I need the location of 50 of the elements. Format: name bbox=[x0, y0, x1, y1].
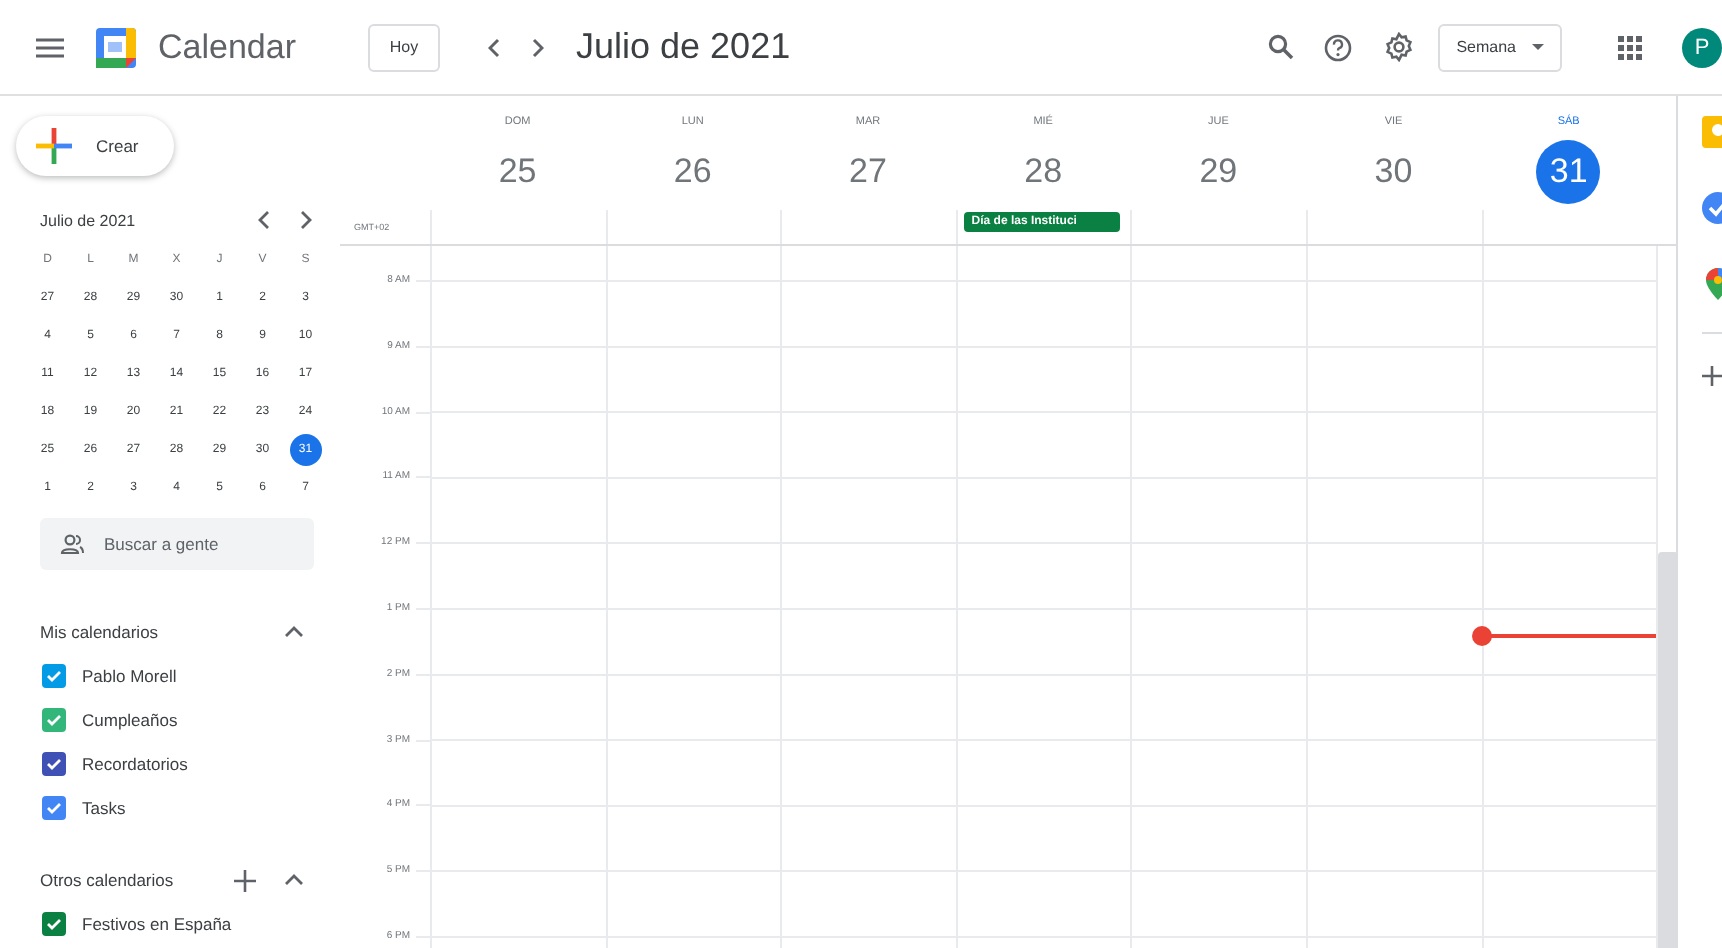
collapse-chevron-icon[interactable] bbox=[284, 874, 304, 886]
next-month-icon[interactable] bbox=[300, 210, 312, 230]
calendar-checkbox[interactable] bbox=[42, 752, 66, 776]
calendar-name: Festivos en España bbox=[82, 914, 232, 934]
create-button[interactable]: Crear bbox=[16, 116, 174, 176]
calendar-name: Pablo Morell bbox=[82, 666, 177, 686]
section-title: Mis calendarios bbox=[40, 622, 159, 642]
calendar-name: Tasks bbox=[82, 798, 126, 818]
previous-week-button[interactable] bbox=[484, 35, 504, 59]
next-week-button[interactable] bbox=[528, 35, 548, 59]
calendar-checkbox[interactable] bbox=[42, 664, 66, 688]
collapse-chevron-icon[interactable] bbox=[284, 626, 304, 638]
calendar-name: Recordatorios bbox=[82, 754, 188, 774]
apps-grid-icon[interactable] bbox=[1618, 35, 1642, 59]
section-title: Otros calendarios bbox=[40, 870, 174, 890]
day-number[interactable]: 31 bbox=[1536, 140, 1601, 204]
day-number[interactable]: 29 bbox=[1186, 140, 1251, 204]
check-icon bbox=[46, 918, 62, 930]
view-dropdown[interactable]: Semana bbox=[1438, 23, 1562, 71]
dropdown-arrow-icon bbox=[1532, 43, 1544, 51]
day-number[interactable]: 26 bbox=[660, 140, 725, 204]
scrollbar[interactable] bbox=[1658, 552, 1676, 948]
check-icon bbox=[46, 802, 62, 814]
day-number[interactable]: 28 bbox=[1011, 140, 1076, 204]
check-icon bbox=[46, 714, 62, 726]
day-number[interactable]: 25 bbox=[485, 140, 550, 204]
calendar-checkbox[interactable] bbox=[42, 796, 66, 820]
account-avatar[interactable]: P bbox=[1682, 27, 1722, 67]
calendar-checkbox[interactable] bbox=[42, 912, 66, 936]
search-icon[interactable] bbox=[1268, 34, 1295, 60]
add-icon[interactable] bbox=[234, 869, 256, 891]
people-search-field[interactable]: Buscar a gente bbox=[40, 518, 314, 570]
today-button[interactable]: Hoy bbox=[368, 23, 440, 71]
check-icon bbox=[46, 758, 62, 770]
people-icon bbox=[60, 534, 84, 554]
product-name: Calendar bbox=[158, 27, 296, 67]
add-icon[interactable] bbox=[1702, 366, 1722, 386]
previous-month-icon[interactable] bbox=[258, 210, 270, 230]
calendar-checkbox[interactable] bbox=[42, 708, 66, 732]
current-period: Julio de 2021 bbox=[576, 26, 791, 68]
help-icon[interactable] bbox=[1324, 33, 1353, 61]
calendar-name: Cumpleaños bbox=[82, 710, 178, 730]
check-icon bbox=[46, 670, 62, 682]
day-number[interactable]: 30 bbox=[1361, 140, 1426, 204]
calendar-logo-icon bbox=[94, 25, 138, 69]
day-number[interactable]: 27 bbox=[835, 140, 900, 204]
plus-icon bbox=[36, 128, 72, 164]
settings-icon[interactable] bbox=[1384, 32, 1415, 62]
menu-button[interactable] bbox=[36, 37, 64, 57]
mini-calendar-title: Julio de 2021 bbox=[40, 211, 136, 229]
